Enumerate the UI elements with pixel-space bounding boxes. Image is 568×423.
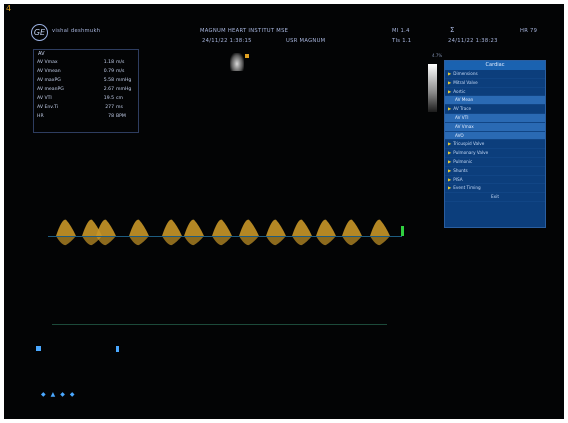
hospital-name: MAGNUM HEART INSTITUT MSE xyxy=(200,28,289,34)
user-name: USR MAGNUM xyxy=(286,38,326,44)
measurement-row: AV meanPG 2.67 mmHg xyxy=(37,87,132,92)
doppler-waveform xyxy=(342,219,362,236)
operator-name: vishal deshmukh xyxy=(52,28,101,34)
doppler-waveform xyxy=(96,236,116,246)
menu-item[interactable]: ▶ Tricuspid Valve xyxy=(445,140,545,150)
doppler-waveform xyxy=(266,219,286,236)
doppler-waveform xyxy=(239,236,259,246)
doppler-waveform xyxy=(212,236,232,246)
arrow-right-icon: ▶ xyxy=(448,158,452,164)
menu-item[interactable]: ▶ PISA xyxy=(445,176,545,185)
menu-item[interactable]: ▶ Pulmonic xyxy=(445,158,545,167)
arrow-right-icon: ▶ xyxy=(448,185,452,191)
mi-index: MI 1.4 xyxy=(392,28,410,34)
menu-item[interactable]: AV Vmax xyxy=(445,122,545,132)
measurement-row: HR 78 BPM xyxy=(37,114,126,119)
measurement-row: AV maxPG 5.58 mmHg xyxy=(37,78,132,83)
doppler-waveform xyxy=(56,219,76,236)
probe-icon: Σ xyxy=(450,26,455,34)
menu-item[interactable]: AV Mean xyxy=(445,96,545,106)
measurement-row: AV Vmax 1.18 m/s xyxy=(37,60,125,65)
menu-item[interactable]: AVO xyxy=(445,131,545,141)
arrow-right-icon: ▶ xyxy=(448,141,452,147)
menu-item[interactable]: ▶ Shunts xyxy=(445,167,545,176)
doppler-waveform xyxy=(266,236,286,246)
exam-datetime: 24/11/22 1:38:15 xyxy=(202,38,252,44)
heart-rate-top: HR 79 xyxy=(520,28,538,34)
menu-item[interactable]: AV VTI xyxy=(445,113,545,123)
menu-item[interactable]: ▶ Event Timing xyxy=(445,184,545,194)
arrow-right-icon: ▶ xyxy=(448,167,452,173)
menu-exit[interactable]: Exit xyxy=(445,193,545,202)
doppler-waveform xyxy=(184,219,204,236)
menu-item[interactable]: ▶ Aortic xyxy=(445,88,545,97)
measurement-row: AV VTI 19.5 cm xyxy=(37,96,124,101)
ultrasound-screen: 4 GE vishal deshmukh MAGNUM HEART INSTIT… xyxy=(4,4,564,419)
menu-item[interactable]: ▶ Pulmonary Valve xyxy=(445,149,545,158)
doppler-waveform xyxy=(96,219,116,236)
arrow-right-icon: ▶ xyxy=(448,106,452,112)
tis-index: TIs 1.1 xyxy=(392,38,412,44)
reference-image-thumbnail xyxy=(230,53,244,71)
doppler-waveform xyxy=(162,219,182,236)
doppler-waveform xyxy=(212,219,232,236)
ecg-trace xyxy=(52,324,387,325)
greyscale-bar xyxy=(428,64,437,112)
doppler-waveform xyxy=(342,236,362,246)
doppler-waveform xyxy=(292,236,312,246)
measurement-panel: AV AV Vmax 1.18 m/s AV Vmean 0.79 m/s AV max… xyxy=(33,49,139,133)
arrow-right-icon: ▶ xyxy=(448,79,452,85)
playback-marker xyxy=(116,346,119,352)
menu-title[interactable]: Cardiac xyxy=(445,61,545,70)
playback-indicator xyxy=(36,346,41,351)
arrow-right-icon: ▶ xyxy=(448,88,452,94)
doppler-spectrum xyxy=(56,219,390,246)
doppler-baseline xyxy=(48,236,402,237)
measurement-menu: Cardiac ▶ Dimensions ▶ Mitral Valve ▶ Aortic A… xyxy=(444,60,546,228)
doppler-waveform xyxy=(292,219,312,236)
doppler-waveform xyxy=(56,236,76,246)
bottom-icons[interactable]: ◆▲◆◆ xyxy=(41,391,79,398)
corner-number: 4 xyxy=(6,4,12,13)
arrow-right-icon: ▶ xyxy=(448,71,452,76)
doppler-waveform xyxy=(239,219,259,236)
doppler-waveform xyxy=(129,219,149,236)
doppler-waveform xyxy=(184,236,204,246)
doppler-waveform xyxy=(129,236,149,246)
greyscale-label: 4.7% xyxy=(432,53,443,58)
doppler-waveform xyxy=(370,236,390,246)
measurement-row: AV Env.Ti 277 ms xyxy=(37,105,123,110)
doppler-waveform xyxy=(370,219,390,236)
doppler-waveform xyxy=(162,236,182,246)
menu-item[interactable]: ▶ Dimensions xyxy=(445,70,545,79)
menu-item[interactable]: ▶ AV Trace xyxy=(445,105,545,114)
menu-item[interactable]: ▶ Mitral Valve xyxy=(445,79,545,88)
doppler-waveform xyxy=(316,219,336,236)
arrow-right-icon: ▶ xyxy=(448,176,452,182)
cursor-marker[interactable] xyxy=(401,226,404,236)
system-datetime: 24/11/22 1:38:23 xyxy=(448,38,498,44)
measurement-row: AV Vmean 0.79 m/s xyxy=(37,69,125,74)
measurement-title: AV xyxy=(38,51,45,57)
doppler-waveform xyxy=(316,236,336,246)
ge-logo: GE xyxy=(31,24,48,41)
arrow-right-icon: ▶ xyxy=(448,150,452,156)
sample-volume-marker xyxy=(245,54,249,58)
